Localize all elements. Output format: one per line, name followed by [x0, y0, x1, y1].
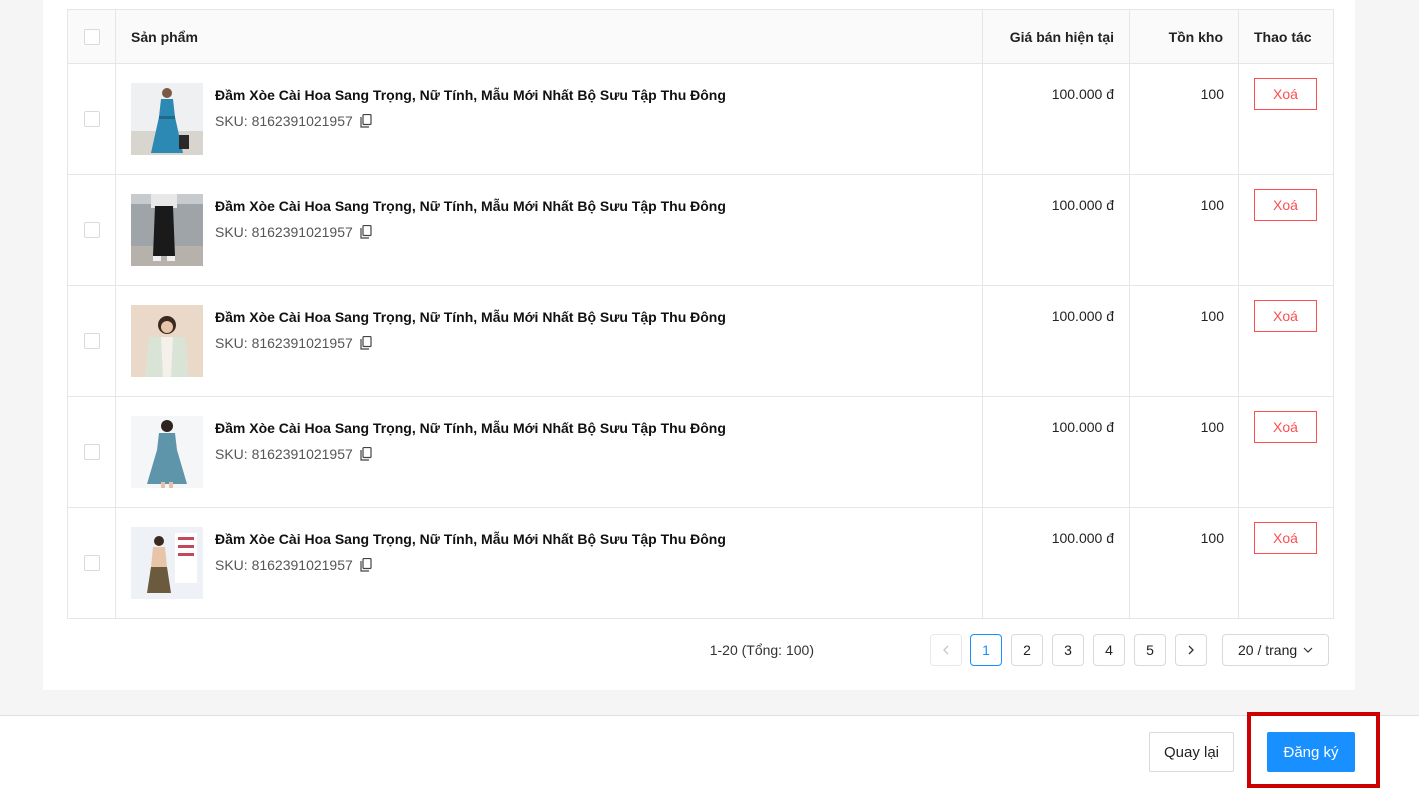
product-name: Đầm Xòe Cài Hoa Sang Trọng, Nữ Tính, Mẫu… [215, 198, 726, 214]
row-select-cell [67, 63, 116, 175]
product-name: Đầm Xòe Cài Hoa Sang Trọng, Nữ Tính, Mẫu… [215, 309, 726, 325]
copy-icon[interactable] [360, 447, 372, 461]
product-sku: SKU: 8162391021957 [215, 224, 353, 240]
product-cell: Đầm Xòe Cài Hoa Sang Trọng, Nữ Tính, Mẫu… [115, 285, 983, 397]
table-row: Đầm Xòe Cài Hoa Sang Trọng, Nữ Tính, Mẫu… [67, 285, 1334, 397]
row-checkbox[interactable] [83, 111, 100, 127]
action-cell: Xoá [1238, 507, 1334, 619]
stock-cell: 100 [1129, 507, 1239, 619]
stock-cell: 100 [1129, 63, 1239, 175]
row-select-cell [67, 396, 116, 508]
action-cell: Xoá [1238, 285, 1334, 397]
header-product: Sản phẩm [115, 9, 983, 64]
page-button-3[interactable]: 3 [1052, 634, 1084, 666]
action-cell: Xoá [1238, 174, 1334, 286]
delete-button[interactable]: Xoá [1254, 189, 1317, 221]
product-name: Đầm Xòe Cài Hoa Sang Trọng, Nữ Tính, Mẫu… [215, 531, 726, 547]
copy-icon[interactable] [360, 336, 372, 350]
product-sku: SKU: 8162391021957 [215, 113, 353, 129]
page-size-select[interactable]: 20 / trang [1222, 634, 1329, 666]
page-button-2[interactable]: 2 [1011, 634, 1043, 666]
product-sku: SKU: 8162391021957 [215, 446, 353, 462]
product-thumbnail [131, 527, 203, 599]
price-cell: 100.000 đ [982, 507, 1130, 619]
chevron-right-icon [1187, 642, 1195, 658]
copy-icon[interactable] [360, 558, 372, 572]
select-all-checkbox[interactable] [83, 28, 100, 45]
table-row: Đầm Xòe Cài Hoa Sang Trọng, Nữ Tính, Mẫu… [67, 63, 1334, 175]
table-row: Đầm Xòe Cài Hoa Sang Trọng, Nữ Tính, Mẫu… [67, 507, 1334, 619]
prev-page-button[interactable] [930, 634, 962, 666]
pagination: 1-20 (Tổng: 100) 1 2 3 4 5 20 / trang [0, 634, 1329, 666]
action-cell: Xoá [1238, 63, 1334, 175]
product-cell: Đầm Xòe Cài Hoa Sang Trọng, Nữ Tính, Mẫu… [115, 63, 983, 175]
delete-button[interactable]: Xoá [1254, 78, 1317, 110]
price-cell: 100.000 đ [982, 63, 1130, 175]
price-cell: 100.000 đ [982, 396, 1130, 508]
back-button[interactable]: Quay lại [1149, 732, 1234, 772]
stock-cell: 100 [1129, 396, 1239, 508]
product-table: Sản phẩm Giá bán hiện tại Tồn kho Thao t… [67, 9, 1334, 619]
product-thumbnail [131, 194, 203, 266]
header-action: Thao tác [1238, 9, 1334, 64]
register-button[interactable]: Đăng ký [1267, 732, 1355, 772]
pagination-total: 1-20 (Tổng: 100) [709, 642, 814, 658]
row-select-cell [67, 285, 116, 397]
product-name: Đầm Xòe Cài Hoa Sang Trọng, Nữ Tính, Mẫu… [215, 87, 726, 103]
price-cell: 100.000 đ [982, 174, 1130, 286]
footer-bar: Quay lại Đăng ký [0, 712, 1419, 801]
product-name: Đầm Xòe Cài Hoa Sang Trọng, Nữ Tính, Mẫu… [215, 420, 726, 436]
product-thumbnail [131, 83, 203, 155]
header-price: Giá bán hiện tại [982, 9, 1130, 64]
stock-cell: 100 [1129, 285, 1239, 397]
product-thumbnail [131, 305, 203, 377]
stock-cell: 100 [1129, 174, 1239, 286]
delete-button[interactable]: Xoá [1254, 411, 1317, 443]
table-header-row: Sản phẩm Giá bán hiện tại Tồn kho Thao t… [67, 9, 1334, 64]
product-sku: SKU: 8162391021957 [215, 335, 353, 351]
row-select-cell [67, 174, 116, 286]
row-checkbox[interactable] [83, 555, 100, 571]
page-button-5[interactable]: 5 [1134, 634, 1166, 666]
chevron-left-icon [942, 642, 950, 658]
row-select-cell [67, 507, 116, 619]
next-page-button[interactable] [1175, 634, 1207, 666]
row-checkbox[interactable] [83, 222, 100, 238]
header-stock: Tồn kho [1129, 9, 1239, 64]
table-row: Đầm Xòe Cài Hoa Sang Trọng, Nữ Tính, Mẫu… [67, 174, 1334, 286]
page-button-1[interactable]: 1 [970, 634, 1002, 666]
row-checkbox[interactable] [83, 444, 100, 460]
chevron-down-icon [1303, 644, 1313, 656]
delete-button[interactable]: Xoá [1254, 300, 1317, 332]
row-checkbox[interactable] [83, 333, 100, 349]
table-row: Đầm Xòe Cài Hoa Sang Trọng, Nữ Tính, Mẫu… [67, 396, 1334, 508]
copy-icon[interactable] [360, 114, 372, 128]
product-cell: Đầm Xòe Cài Hoa Sang Trọng, Nữ Tính, Mẫu… [115, 507, 983, 619]
page-size-value: 20 / trang [1238, 642, 1298, 658]
price-cell: 100.000 đ [982, 285, 1130, 397]
page-button-4[interactable]: 4 [1093, 634, 1125, 666]
action-cell: Xoá [1238, 396, 1334, 508]
product-cell: Đầm Xòe Cài Hoa Sang Trọng, Nữ Tính, Mẫu… [115, 174, 983, 286]
delete-button[interactable]: Xoá [1254, 522, 1317, 554]
product-thumbnail [131, 416, 203, 488]
copy-icon[interactable] [360, 225, 372, 239]
product-cell: Đầm Xòe Cài Hoa Sang Trọng, Nữ Tính, Mẫu… [115, 396, 983, 508]
product-sku: SKU: 8162391021957 [215, 557, 353, 573]
header-select-cell [67, 9, 116, 64]
